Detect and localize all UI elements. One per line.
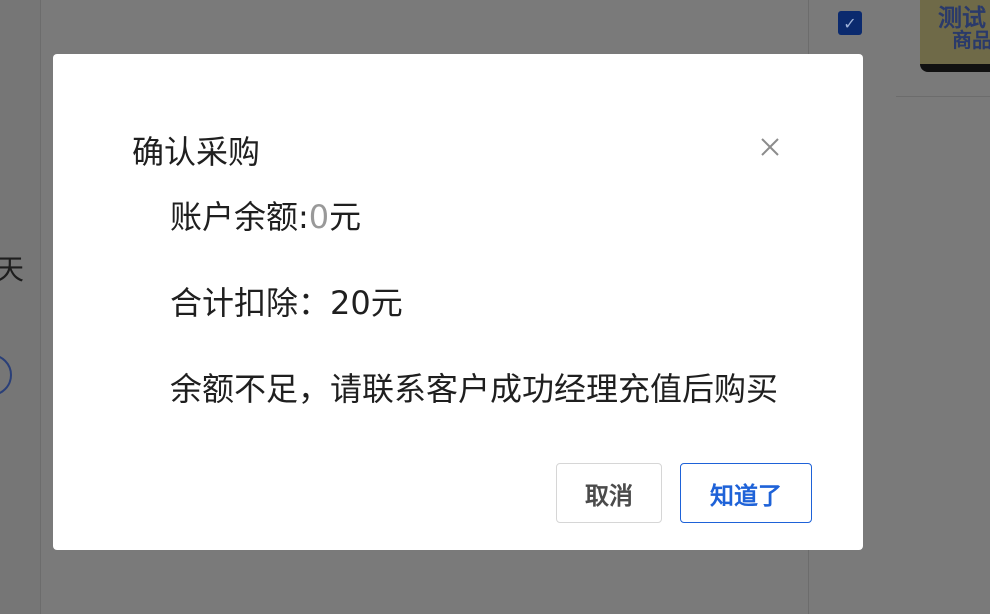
deduct-label: 合计扣除： bbox=[170, 284, 331, 322]
balance-line: 账户余额:0元 bbox=[170, 192, 361, 238]
thumbnail-text: 商品 bbox=[952, 28, 990, 52]
balance-value: 0 bbox=[308, 198, 330, 236]
background-checkbox: ✓ bbox=[838, 11, 862, 35]
background-left-panel bbox=[0, 0, 40, 614]
dialog-title: 确认采购 bbox=[132, 133, 261, 171]
confirm-purchase-dialog: 确认采购 账户余额:0元 合计扣除：20元 余额不足，请联系客户成功经理充值后购… bbox=[53, 54, 863, 550]
balance-label: 账户余额: bbox=[170, 198, 309, 236]
ok-button[interactable]: 知道了 bbox=[680, 463, 812, 523]
deduct-line: 合计扣除：20元 bbox=[170, 278, 403, 324]
insufficient-balance-message: 余额不足，请联系客户成功经理充值后购买 bbox=[170, 370, 779, 408]
close-icon[interactable] bbox=[757, 134, 783, 160]
background-divider bbox=[40, 0, 41, 614]
background-product-thumbnail: 测试 商品 bbox=[920, 0, 990, 72]
balance-unit: 元 bbox=[329, 198, 362, 236]
background-partial-text: 天 bbox=[0, 253, 25, 286]
thumbnail-text: 测试 bbox=[938, 4, 986, 32]
background-divider bbox=[896, 96, 990, 97]
cancel-button[interactable]: 取消 bbox=[556, 463, 662, 523]
deduct-value: 20元 bbox=[330, 284, 403, 322]
